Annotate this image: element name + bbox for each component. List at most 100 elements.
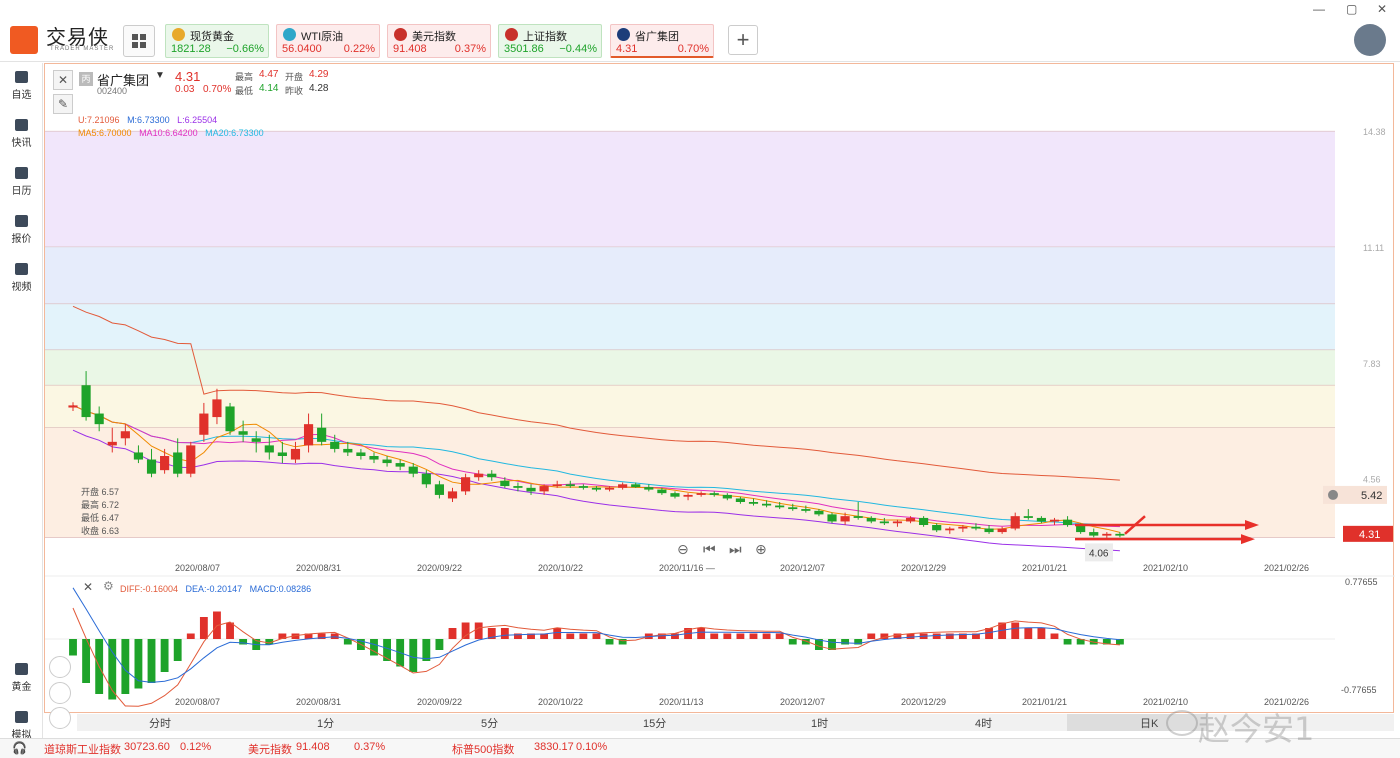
macd-bar [671, 633, 679, 639]
pen-tool-button[interactable] [49, 682, 71, 704]
candle-body [670, 493, 680, 497]
macd-date-label: 2020/11/13 [659, 697, 703, 707]
ticker-3[interactable]: 上证指数 3501.86 −0.44% [498, 24, 602, 58]
line-tool-button[interactable] [49, 707, 71, 729]
macd-bar [1024, 628, 1033, 639]
candle-body [644, 487, 654, 490]
headset-icon[interactable]: 🎧 [12, 741, 27, 755]
sidebar-item-gold-bar[interactable]: 黄金 [0, 663, 43, 693]
status-index-name[interactable]: 道琼斯工业指数 [44, 741, 121, 757]
ticker-change: 0.22% [343, 43, 375, 55]
sidebar-item-video[interactable]: 视频 [0, 263, 43, 293]
zoom-control-1: ⏮ [703, 542, 716, 558]
price-axis-label: 4.56 [1363, 475, 1381, 485]
status-index-value: 30723.60 [124, 741, 170, 753]
status-index-name[interactable]: 标普500指数 [452, 741, 514, 757]
gold-bar-icon [15, 663, 28, 675]
candle-body [984, 528, 994, 533]
date-axis-label: 2020/08/31 [296, 563, 341, 573]
zoom-control-3: ⊕ [755, 542, 767, 558]
add-ticker-button[interactable]: + [728, 25, 758, 55]
date-axis-label: 2020/12/07 [780, 563, 825, 573]
minimize-button[interactable]: — [1313, 2, 1325, 16]
price-band-5 [45, 427, 1335, 538]
date-axis-label: 2021/01/21 [1022, 563, 1067, 573]
candle-body [618, 484, 628, 488]
macd-settings-icon[interactable]: ⚙ [103, 579, 114, 593]
candle-body [748, 502, 759, 504]
status-index-name[interactable]: 美元指数 [248, 741, 292, 757]
macd-bar [422, 639, 431, 661]
macd-bar [474, 622, 483, 639]
candle-body [696, 493, 706, 495]
tab-timeframe[interactable]: 分时 [149, 715, 171, 731]
macd-date-label: 2021/02/10 [1143, 697, 1188, 707]
candle-body [1115, 533, 1125, 536]
candle-body [866, 517, 876, 522]
tab-timeframe[interactable]: 1分 [317, 715, 334, 731]
quote-icon [15, 215, 28, 227]
sidebar-item-simulate[interactable]: 模拟 [0, 711, 43, 741]
macd-date-label: 2020/10/22 [538, 697, 583, 707]
stock-dropdown-icon[interactable]: ▼ [155, 70, 165, 81]
close-button[interactable]: ✕ [1377, 2, 1387, 16]
candle-body [107, 441, 117, 446]
ticker-price: 3501.86 [504, 43, 544, 55]
boll-u: U:7.21096 [78, 115, 120, 125]
macd-date-label: 2020/08/31 [296, 697, 341, 707]
boll-m: M:6.73300 [127, 115, 170, 125]
macd-bar [592, 633, 601, 639]
indicator-tool-button[interactable] [49, 656, 71, 678]
ticker-change: −0.66% [226, 43, 264, 55]
candle-body [303, 424, 314, 446]
draw-tool-button[interactable]: ✎ [53, 94, 73, 114]
date-axis-label: 2020/11/16 — [659, 563, 715, 573]
user-avatar[interactable] [1354, 24, 1386, 56]
ticker-name: 上证指数 [523, 31, 567, 43]
ticker-name: 省广集团 [635, 31, 679, 43]
candle-body [146, 459, 157, 474]
macd-bar [566, 633, 575, 639]
tab-timeframe[interactable]: 1时 [811, 715, 828, 731]
candle-body [840, 516, 850, 522]
ohlc-close: 收盘 6.63 [81, 526, 120, 536]
close-chart-button[interactable]: ✕ [53, 70, 73, 90]
price-axis-label: 7.83 [1363, 359, 1381, 369]
date-axis-label: 2020/09/22 [417, 563, 462, 573]
price-band-2 [45, 303, 1335, 350]
ticker-2[interactable]: 美元指数 91.408 0.37% [387, 24, 491, 58]
weibo-watermark-icon [1166, 710, 1198, 736]
zoom-control-0: ⊖ [677, 542, 689, 558]
candle-body [683, 494, 693, 497]
sidebar-item-quote[interactable]: 报价 [0, 215, 43, 245]
macd-bar [69, 639, 77, 656]
candle-body [120, 431, 130, 439]
candle-body [343, 448, 353, 453]
candle-body [173, 452, 183, 474]
news-icon [15, 119, 28, 131]
grid-layout-button[interactable] [123, 25, 155, 57]
sidebar-item-calendar[interactable]: 日历 [0, 167, 43, 197]
macd-bar [736, 633, 745, 639]
close-macd-button[interactable]: ✕ [83, 580, 93, 594]
maximize-button[interactable]: ▢ [1346, 2, 1357, 16]
high-label: 最高 [235, 72, 254, 82]
macd-bar [749, 633, 758, 639]
ticker-0[interactable]: 现货黄金 1821.28 −0.66% [165, 24, 269, 58]
candle-body [461, 477, 471, 492]
tab-timeframe[interactable]: 日K [1140, 715, 1158, 731]
candle-body [919, 517, 929, 525]
ticker-1[interactable]: WTI原油 56.0400 0.22% [276, 24, 380, 58]
chart-canvas[interactable]: 14.38 11.11 7.83 4.56 4.31 5.42 4.06 ⊖ ⏮ ⏭ ⊕ 2020/0… [45, 64, 1395, 714]
bookmark-icon [15, 71, 28, 83]
ticker-4[interactable]: 省广集团 4.31 0.70% [610, 24, 714, 58]
sidebar-item-news[interactable]: 快讯 [0, 119, 43, 149]
tab-timeframe[interactable]: 4时 [975, 715, 992, 731]
tab-timeframe[interactable]: 15分 [643, 715, 666, 731]
ticker-change: −0.44% [559, 43, 597, 55]
macd-axis-bottom: -0.77655 [1341, 685, 1377, 695]
sidebar-item-bookmark[interactable]: 自选 [0, 71, 43, 101]
candle-body [199, 413, 209, 435]
candle-body [290, 448, 301, 460]
tab-timeframe[interactable]: 5分 [481, 715, 498, 731]
